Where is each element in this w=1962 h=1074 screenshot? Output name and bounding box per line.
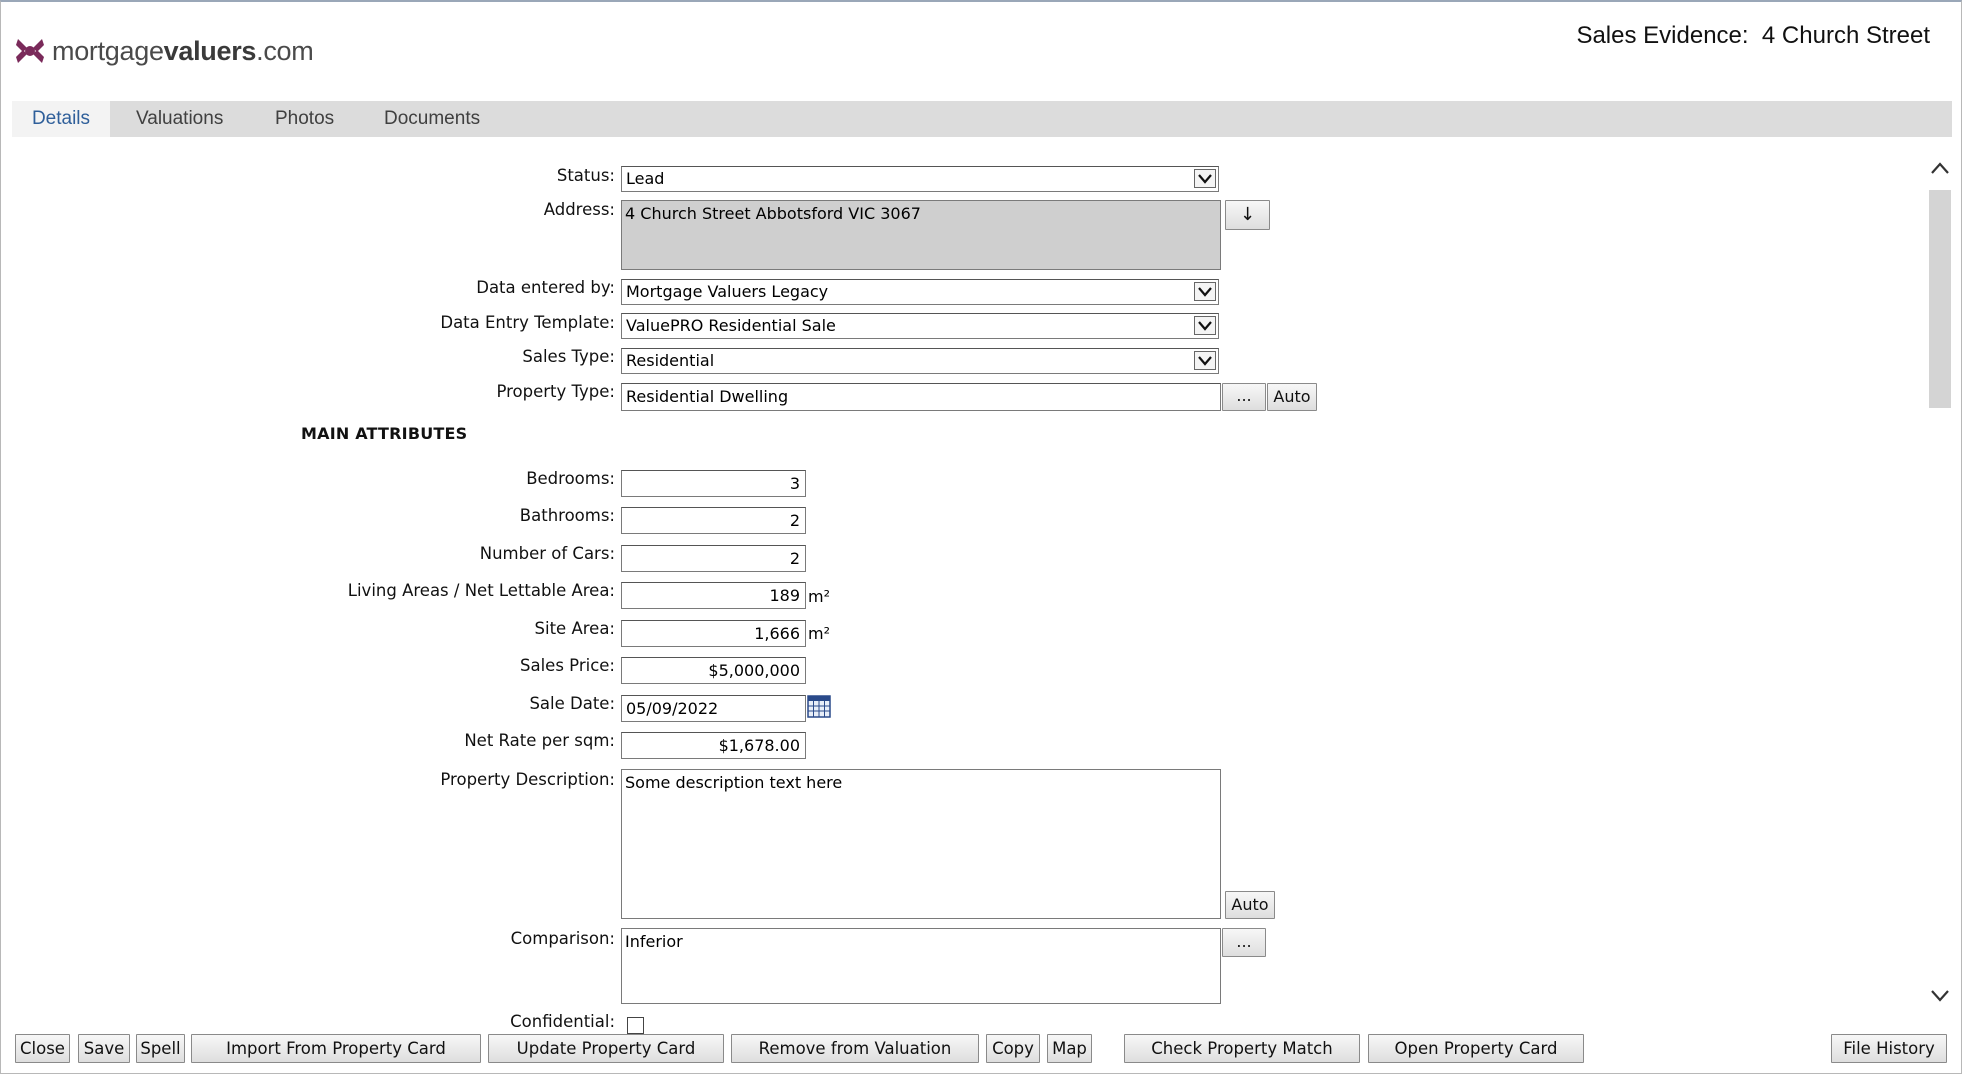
site-area-unit: m² bbox=[808, 624, 830, 643]
property-description-auto-button[interactable]: Auto bbox=[1225, 891, 1275, 919]
comparison-textarea[interactable]: Inferior bbox=[621, 928, 1221, 1004]
status-label: Status: bbox=[556, 166, 615, 185]
copy-button[interactable]: Copy bbox=[986, 1034, 1040, 1063]
spell-button[interactable]: Spell bbox=[136, 1034, 185, 1063]
chevron-down-icon[interactable] bbox=[1194, 316, 1216, 335]
status-select[interactable]: Lead bbox=[621, 166, 1219, 192]
import-from-property-card-button[interactable]: Import From Property Card bbox=[191, 1034, 481, 1063]
bedrooms-input[interactable]: 3 bbox=[621, 470, 806, 497]
data-entry-template-value: ValuePRO Residential Sale bbox=[626, 316, 836, 335]
calendar-icon[interactable] bbox=[807, 694, 831, 718]
chevron-down-icon[interactable] bbox=[1194, 282, 1216, 301]
main-attributes-heading: MAIN ATTRIBUTES bbox=[301, 424, 468, 443]
data-entered-by-select[interactable]: Mortgage Valuers Legacy bbox=[621, 279, 1219, 305]
living-area-unit: m² bbox=[808, 587, 830, 606]
remove-from-valuation-button[interactable]: Remove from Valuation bbox=[731, 1034, 979, 1063]
logo-text: mortgagevaluers.com bbox=[52, 35, 314, 66]
chevron-down-icon[interactable] bbox=[1194, 169, 1216, 188]
bathrooms-input[interactable]: 2 bbox=[621, 507, 806, 534]
tab-documents[interactable]: Documents bbox=[384, 101, 480, 137]
tab-bar: Details Valuations Photos Documents bbox=[12, 101, 1952, 137]
close-button[interactable]: Close bbox=[15, 1034, 70, 1063]
save-button[interactable]: Save bbox=[78, 1034, 130, 1063]
sales-type-label: Sales Type: bbox=[522, 347, 615, 366]
data-entry-template-select[interactable]: ValuePRO Residential Sale bbox=[621, 313, 1219, 339]
chevron-down-icon[interactable] bbox=[1930, 988, 1950, 1004]
confidential-label: Confidential: bbox=[510, 1012, 615, 1031]
confidential-checkbox[interactable] bbox=[627, 1017, 644, 1034]
vertical-scrollbar-thumb[interactable] bbox=[1929, 190, 1951, 408]
page-title: Sales Evidence: 4 Church Street bbox=[1576, 22, 1930, 49]
data-entry-template-label: Data Entry Template: bbox=[440, 313, 615, 332]
status-value: Lead bbox=[626, 169, 665, 188]
brand-logo: mortgagevaluers.com bbox=[14, 34, 314, 68]
address-field[interactable]: 4 Church Street Abbotsford VIC 3067 bbox=[621, 200, 1221, 270]
logo-icon bbox=[16, 39, 44, 63]
sales-price-label: Sales Price: bbox=[520, 656, 615, 675]
property-description-textarea[interactable]: Some description text here bbox=[621, 769, 1221, 919]
check-property-match-button[interactable]: Check Property Match bbox=[1124, 1034, 1360, 1063]
map-button[interactable]: Map bbox=[1047, 1034, 1092, 1063]
tab-details[interactable]: Details bbox=[12, 101, 110, 137]
tab-photos[interactable]: Photos bbox=[275, 101, 334, 137]
update-property-card-button[interactable]: Update Property Card bbox=[488, 1034, 724, 1063]
open-property-card-button[interactable]: Open Property Card bbox=[1368, 1034, 1584, 1063]
site-area-input[interactable]: 1,666 bbox=[621, 620, 806, 647]
living-area-label: Living Areas / Net Lettable Area: bbox=[347, 581, 615, 600]
data-entered-by-label: Data entered by: bbox=[476, 278, 615, 297]
sale-date-label: Sale Date: bbox=[529, 694, 615, 713]
sale-date-input[interactable]: 05/09/2022 bbox=[621, 695, 806, 722]
chevron-up-icon[interactable] bbox=[1930, 160, 1950, 176]
address-label: Address: bbox=[543, 200, 615, 219]
net-rate-label: Net Rate per sqm: bbox=[464, 731, 615, 750]
chevron-down-icon[interactable] bbox=[1194, 351, 1216, 370]
property-type-browse-button[interactable]: ... bbox=[1222, 383, 1266, 411]
site-area-label: Site Area: bbox=[534, 619, 615, 638]
sales-price-input[interactable]: $5,000,000 bbox=[621, 657, 806, 684]
property-type-field[interactable]: Residential Dwelling bbox=[621, 383, 1221, 411]
number-of-cars-label: Number of Cars: bbox=[479, 544, 615, 563]
property-type-auto-button[interactable]: Auto bbox=[1267, 383, 1317, 411]
property-description-label: Property Description: bbox=[440, 770, 615, 789]
comparison-label: Comparison: bbox=[510, 929, 615, 948]
data-entered-by-value: Mortgage Valuers Legacy bbox=[626, 282, 829, 301]
sales-type-value: Residential bbox=[626, 351, 715, 370]
property-type-label: Property Type: bbox=[496, 382, 615, 401]
sales-type-select[interactable]: Residential bbox=[621, 348, 1219, 374]
tab-valuations[interactable]: Valuations bbox=[136, 101, 223, 137]
address-copy-down-button[interactable]: ↓ bbox=[1225, 200, 1270, 230]
number-of-cars-input[interactable]: 2 bbox=[621, 545, 806, 572]
comparison-browse-button[interactable]: ... bbox=[1222, 928, 1266, 957]
bathrooms-label: Bathrooms: bbox=[519, 506, 615, 525]
living-area-input[interactable]: 189 bbox=[621, 582, 806, 609]
bedrooms-label: Bedrooms: bbox=[526, 469, 615, 488]
net-rate-input[interactable]: $1,678.00 bbox=[621, 732, 806, 759]
file-history-button[interactable]: File History bbox=[1831, 1034, 1947, 1063]
